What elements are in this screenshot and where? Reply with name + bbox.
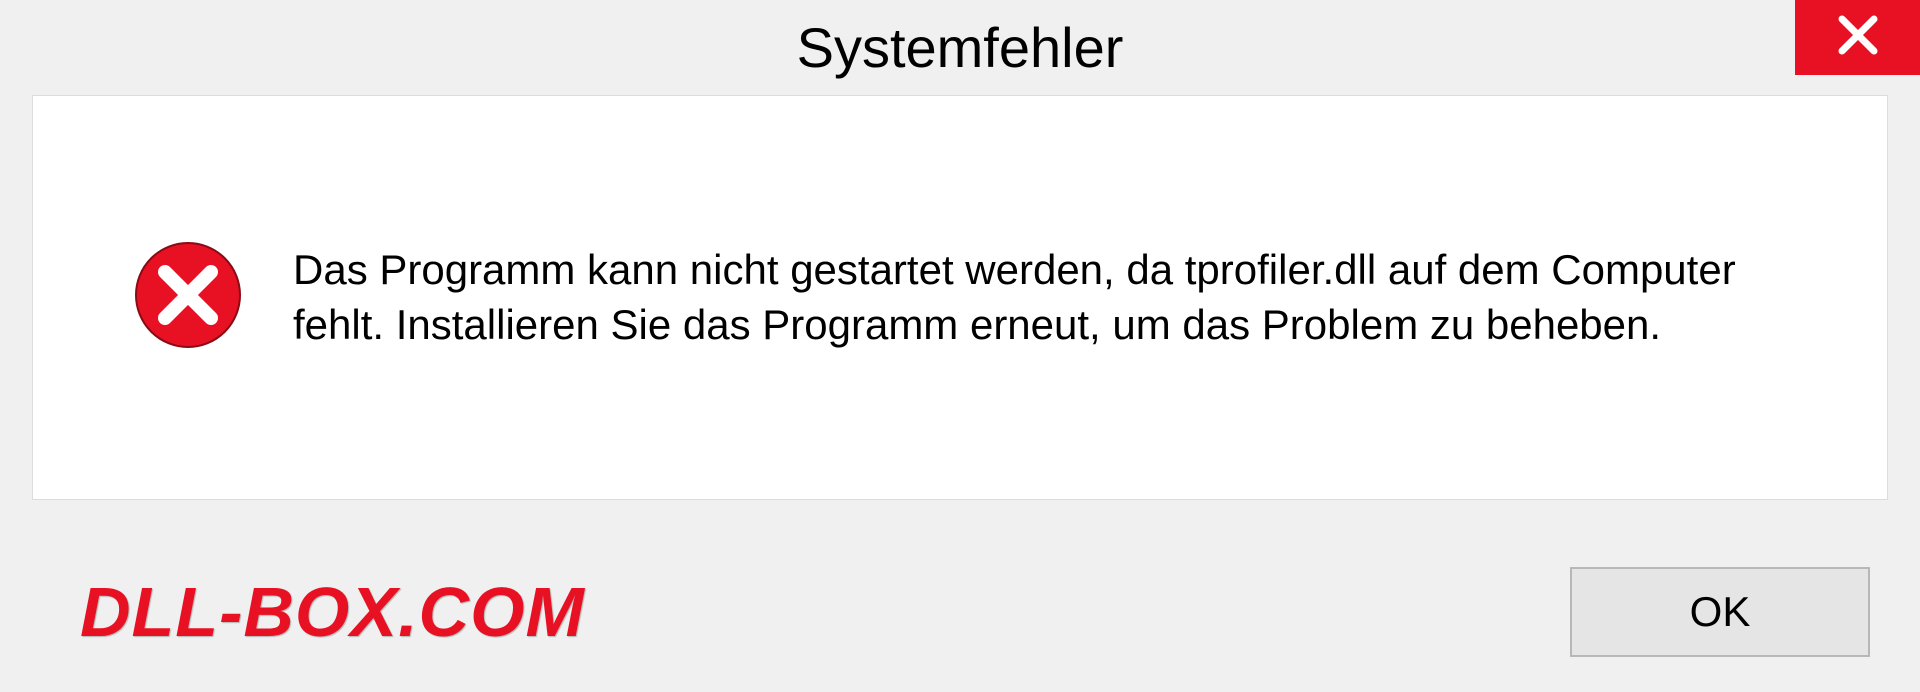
error-icon [133, 240, 243, 355]
close-button[interactable] [1795, 0, 1920, 75]
dialog-footer: DLL-BOX.COM OK [0, 532, 1920, 692]
error-dialog: Systemfehler Das Programm kann nicht ges… [0, 0, 1920, 692]
content-panel: Das Programm kann nicht gestartet werden… [32, 95, 1888, 500]
titlebar: Systemfehler [0, 0, 1920, 95]
ok-button[interactable]: OK [1570, 567, 1870, 657]
watermark-text: DLL-BOX.COM [80, 572, 585, 652]
close-icon [1834, 11, 1882, 64]
error-message: Das Programm kann nicht gestartet werden… [293, 243, 1827, 352]
dialog-title: Systemfehler [797, 15, 1124, 80]
